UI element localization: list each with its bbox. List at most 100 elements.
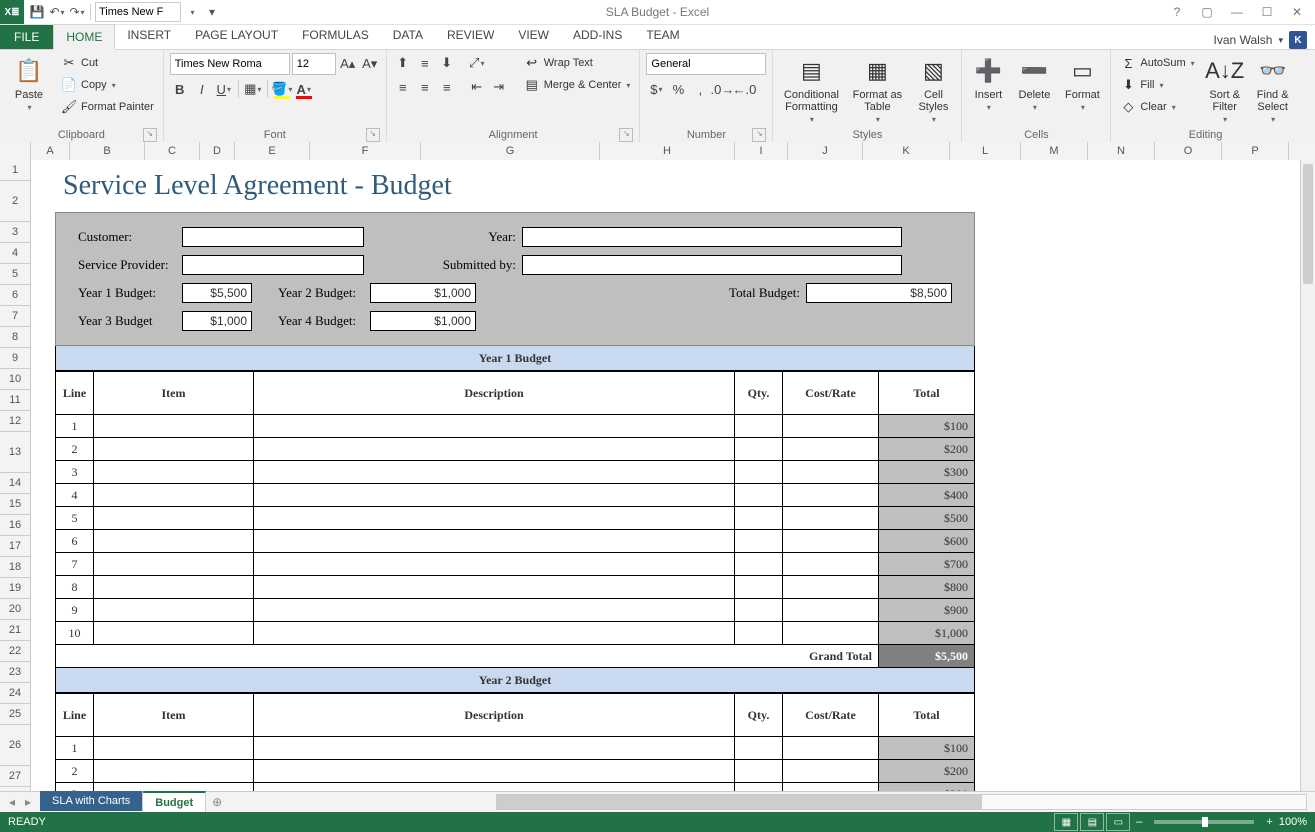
col-header[interactable]: G — [421, 142, 600, 160]
sheet-tab[interactable]: SLA with Charts — [40, 791, 143, 811]
ribbon-tab-insert[interactable]: INSERT — [115, 23, 183, 47]
table-row[interactable]: 1$100 — [56, 737, 975, 760]
qat-font-combo[interactable] — [95, 2, 181, 22]
close-icon[interactable]: ✕ — [1283, 2, 1311, 22]
row-header[interactable]: 16 — [0, 515, 30, 536]
table-row[interactable]: 7$700 — [56, 553, 975, 576]
col-header[interactable]: O — [1155, 142, 1222, 160]
comma-icon[interactable]: , — [690, 79, 710, 99]
row-header[interactable]: 14 — [0, 473, 30, 494]
col-header[interactable]: H — [600, 142, 735, 160]
conditional-formatting-button[interactable]: ▤ConditionalFormatting▾ — [779, 53, 843, 126]
row-header[interactable]: 22 — [0, 641, 30, 662]
row-header[interactable]: 12 — [0, 411, 30, 432]
font-launcher-icon[interactable]: ↘ — [366, 128, 380, 142]
table-row[interactable]: 10$1,000 — [56, 622, 975, 645]
col-header[interactable]: N — [1088, 142, 1155, 160]
col-header[interactable]: F — [310, 142, 421, 160]
row-header[interactable]: 21 — [0, 620, 30, 641]
row-header[interactable]: 8 — [0, 327, 30, 348]
align-center-icon[interactable]: ≡ — [415, 77, 435, 97]
delete-cells-button[interactable]: ➖Delete▾ — [1014, 53, 1054, 114]
ribbon-tab-home[interactable]: HOME — [53, 24, 115, 50]
submitted-field[interactable] — [522, 255, 902, 275]
clipboard-launcher-icon[interactable]: ↘ — [143, 128, 157, 142]
row-header[interactable]: 5 — [0, 264, 30, 285]
account-area[interactable]: Ivan Walsh ▾ K — [1206, 31, 1315, 49]
percent-icon[interactable]: % — [668, 79, 688, 99]
row-header[interactable]: 24 — [0, 683, 30, 704]
underline-icon[interactable]: U▾ — [214, 79, 234, 99]
vertical-scrollbar[interactable] — [1300, 160, 1315, 792]
wrap-text-button[interactable]: ↩Wrap Text — [521, 53, 634, 73]
ribbon-tab-review[interactable]: REVIEW — [435, 23, 506, 47]
ribbon-tab-formulas[interactable]: FORMULAS — [290, 23, 381, 47]
help-icon[interactable]: ? — [1163, 2, 1191, 22]
year-field[interactable] — [522, 227, 902, 247]
increase-indent-icon[interactable]: ⇥ — [489, 77, 509, 97]
number-launcher-icon[interactable]: ↘ — [752, 128, 766, 142]
ribbon-tab-view[interactable]: VIEW — [506, 23, 561, 47]
clear-button[interactable]: ◇Clear ▾ — [1117, 97, 1197, 117]
fill-button[interactable]: ⬇Fill ▾ — [1117, 75, 1197, 95]
zoom-out-icon[interactable]: – — [1136, 816, 1142, 828]
copy-button[interactable]: 📄Copy ▾ — [58, 75, 157, 95]
table-row[interactable]: 8$800 — [56, 576, 975, 599]
align-left-icon[interactable]: ≡ — [393, 77, 413, 97]
col-header[interactable]: L — [950, 142, 1021, 160]
col-header[interactable]: J — [788, 142, 863, 160]
customer-field[interactable] — [182, 227, 364, 247]
row-header[interactable]: 3 — [0, 222, 30, 243]
find-select-button[interactable]: 👓Find &Select▾ — [1252, 53, 1294, 126]
decrease-indent-icon[interactable]: ⇤ — [467, 77, 487, 97]
normal-view-icon[interactable]: ▦ — [1054, 813, 1078, 831]
new-sheet-icon[interactable]: ⊕ — [206, 795, 228, 809]
align-bottom-icon[interactable]: ⬇ — [437, 53, 457, 73]
number-format-combo[interactable] — [646, 53, 766, 75]
shrink-font-icon[interactable]: A▾ — [360, 54, 380, 74]
y2-value[interactable]: $1,000 — [370, 283, 476, 303]
cell-grid[interactable]: Service Level Agreement - Budget Custome… — [31, 160, 1301, 792]
ribbon-tab-data[interactable]: DATA — [381, 23, 435, 47]
col-header[interactable]: D — [200, 142, 235, 160]
redo-icon[interactable]: ↷▾ — [68, 3, 86, 21]
minimize-icon[interactable]: — — [1223, 2, 1251, 22]
tab-nav-first-icon[interactable]: ◂ — [4, 795, 20, 809]
col-header[interactable]: B — [70, 142, 145, 160]
undo-icon[interactable]: ↶▾ — [48, 3, 66, 21]
col-header[interactable]: P — [1222, 142, 1289, 160]
row-header[interactable]: 25 — [0, 704, 30, 725]
align-right-icon[interactable]: ≡ — [437, 77, 457, 97]
row-header[interactable]: 19 — [0, 578, 30, 599]
ribbon-tab-page-layout[interactable]: PAGE LAYOUT — [183, 23, 290, 47]
col-header[interactable]: I — [735, 142, 788, 160]
row-header[interactable]: 20 — [0, 599, 30, 620]
save-icon[interactable]: 💾 — [28, 3, 46, 21]
y4-value[interactable]: $1,000 — [370, 311, 476, 331]
ribbon-tab-team[interactable]: TEAM — [634, 23, 691, 47]
row-header[interactable]: 23 — [0, 662, 30, 683]
font-color-icon[interactable]: A▾ — [294, 79, 314, 99]
cell-styles-button[interactable]: ▧CellStyles▾ — [911, 53, 955, 126]
alignment-launcher-icon[interactable]: ↘ — [619, 128, 633, 142]
align-middle-icon[interactable]: ≡ — [415, 53, 435, 73]
increase-decimal-icon[interactable]: .0→ — [712, 79, 732, 99]
orientation-icon[interactable]: ⤢▾ — [467, 53, 487, 73]
table-row[interactable]: 9$900 — [56, 599, 975, 622]
format-painter-button[interactable]: 🖌Format Painter — [58, 97, 157, 117]
autosum-button[interactable]: ΣAutoSum ▾ — [1117, 53, 1197, 73]
col-header[interactable]: K — [863, 142, 950, 160]
cut-button[interactable]: ✂Cut — [58, 53, 157, 73]
col-header[interactable]: E — [235, 142, 310, 160]
zoom-slider[interactable] — [1154, 820, 1254, 824]
file-tab[interactable]: FILE — [0, 25, 53, 49]
sheet-tab[interactable]: Budget — [143, 791, 206, 813]
table-row[interactable]: 1$100 — [56, 415, 975, 438]
table-row[interactable]: 3$300 — [56, 461, 975, 484]
table-row[interactable]: 5$500 — [56, 507, 975, 530]
format-as-table-button[interactable]: ▦Format asTable▾ — [849, 53, 905, 126]
merge-center-button[interactable]: ▤Merge & Center ▾ — [521, 75, 634, 95]
decrease-decimal-icon[interactable]: ←.0 — [734, 79, 754, 99]
y1-value[interactable]: $5,500 — [182, 283, 252, 303]
grow-font-icon[interactable]: A▴ — [338, 54, 358, 74]
